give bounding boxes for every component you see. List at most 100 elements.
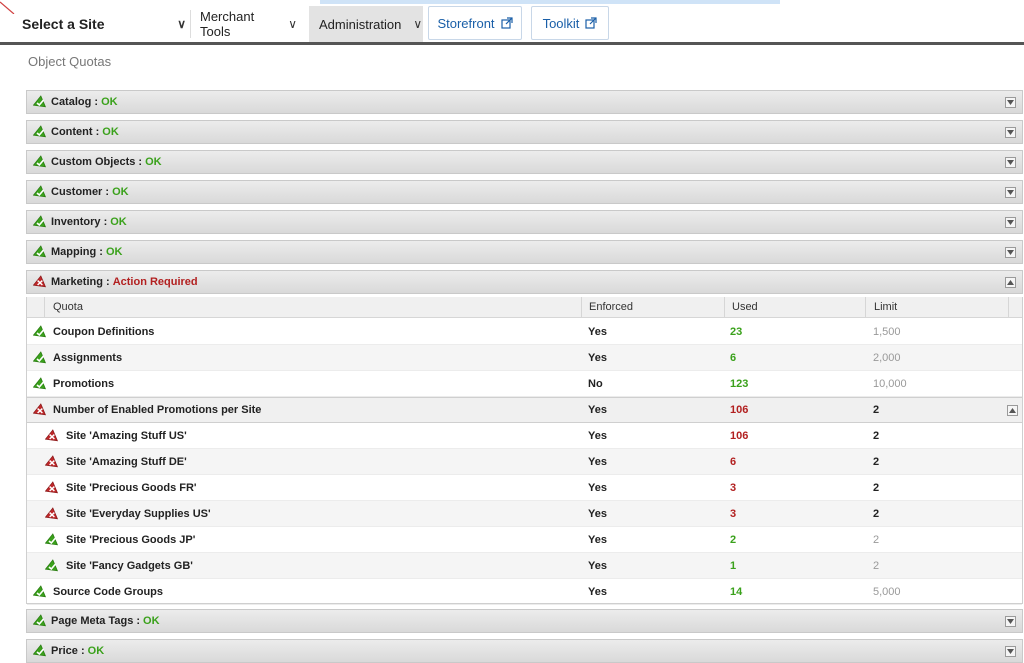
expand-toggle-icon[interactable] bbox=[1005, 616, 1016, 627]
chevron-down-icon: ∨ bbox=[413, 17, 423, 31]
status-error-icon bbox=[44, 480, 59, 495]
section-status: OK bbox=[101, 96, 118, 108]
section-catalog[interactable]: Catalog : OK bbox=[26, 90, 1023, 114]
expand-toggle-icon[interactable] bbox=[1005, 217, 1016, 228]
expand-toggle-icon[interactable] bbox=[1005, 187, 1016, 198]
quota-name: Coupon Definitions bbox=[53, 325, 155, 338]
quota-enforced: Yes bbox=[588, 533, 607, 546]
section-marketing[interactable]: Marketing : Action Required bbox=[26, 270, 1023, 294]
top-navigation: Select a Site ∨ Merchant Tools ∨ Adminis… bbox=[0, 0, 1024, 45]
table-header: Quota Enforced Used Limit bbox=[27, 297, 1022, 318]
section-customer[interactable]: Customer : OK bbox=[26, 180, 1023, 204]
quota-limit: 2,000 bbox=[873, 351, 901, 364]
column-divider bbox=[581, 297, 582, 318]
table-row: Assignments Yes 6 2,000 bbox=[27, 345, 1022, 371]
table-subrow: Site 'Precious Goods JP' Yes 2 2 bbox=[27, 527, 1022, 553]
column-divider bbox=[724, 297, 725, 318]
section-content[interactable]: Content : OK bbox=[26, 120, 1023, 144]
quota-limit: 1,500 bbox=[873, 325, 901, 338]
header-limit: Limit bbox=[874, 301, 898, 313]
section-price[interactable]: Price : OK bbox=[26, 639, 1023, 663]
column-divider bbox=[1008, 297, 1009, 318]
status-ok-icon bbox=[32, 185, 47, 199]
section-status: OK bbox=[87, 645, 105, 657]
expand-toggle-icon[interactable] bbox=[1005, 157, 1016, 168]
quota-enforced: Yes bbox=[588, 481, 607, 494]
quota-enforced: Yes bbox=[588, 585, 607, 598]
expand-toggle-icon[interactable] bbox=[1005, 97, 1016, 108]
table-row[interactable]: Number of Enabled Promotions per Site Yes… bbox=[27, 397, 1022, 423]
expand-toggle-icon[interactable] bbox=[1005, 646, 1016, 657]
quota-enforced: Yes bbox=[588, 559, 607, 572]
status-error-icon bbox=[32, 275, 47, 289]
table-row: Coupon Definitions Yes 23 1,500 bbox=[27, 319, 1022, 345]
quota-used: 3 bbox=[730, 507, 737, 520]
external-link-icon bbox=[585, 17, 598, 29]
section-status: OK bbox=[143, 615, 160, 627]
expand-toggle-icon[interactable] bbox=[1005, 247, 1016, 258]
site-select-label: Select a Site bbox=[22, 16, 105, 32]
chevron-down-icon: ∨ bbox=[177, 17, 186, 31]
quota-used: 106 bbox=[730, 404, 749, 416]
section-title: Marketing : bbox=[51, 276, 110, 288]
section-title: Catalog : bbox=[51, 96, 99, 108]
section-page-meta-tags[interactable]: Page Meta Tags : OK bbox=[26, 609, 1023, 633]
table-subrow: Site 'Precious Goods FR' Yes 3 2 bbox=[27, 475, 1022, 501]
section-mapping[interactable]: Mapping : OK bbox=[26, 240, 1023, 264]
collapse-toggle-icon[interactable] bbox=[1007, 405, 1018, 416]
administration-menu[interactable]: Administration ∨ bbox=[309, 6, 423, 42]
quota-limit: 2 bbox=[873, 559, 880, 572]
quota-name: Site 'Fancy Gadgets GB' bbox=[66, 559, 193, 572]
external-link-icon bbox=[500, 17, 513, 29]
quota-used: 14 bbox=[730, 585, 743, 598]
quota-enforced: Yes bbox=[588, 455, 607, 468]
merchant-tools-label: Merchant Tools bbox=[200, 9, 255, 39]
quota-used: 1 bbox=[730, 559, 737, 572]
expand-toggle-icon[interactable] bbox=[1005, 127, 1016, 138]
quota-enforced: Yes bbox=[588, 351, 607, 364]
collapse-toggle-icon[interactable] bbox=[1005, 277, 1016, 288]
quota-enforced: No bbox=[588, 377, 603, 390]
section-status: OK bbox=[112, 186, 129, 198]
toolkit-button[interactable]: Toolkit bbox=[531, 6, 609, 40]
section-status: Action Required bbox=[112, 276, 198, 288]
quota-used: 123 bbox=[730, 377, 749, 390]
table-row: Promotions No 123 10,000 bbox=[27, 371, 1022, 397]
section-inventory[interactable]: Inventory : OK bbox=[26, 210, 1023, 234]
toolkit-label: Toolkit bbox=[542, 15, 580, 31]
status-error-icon bbox=[32, 403, 47, 417]
quota-enforced: Yes bbox=[588, 325, 607, 338]
quota-enforced: Yes bbox=[588, 404, 607, 416]
table-subrow: Site 'Everyday Supplies US' Yes 3 2 bbox=[27, 501, 1022, 527]
merchant-tools-menu[interactable]: Merchant Tools ∨ bbox=[190, 6, 307, 42]
page-title: Object Quotas bbox=[28, 54, 112, 69]
quota-name: Assignments bbox=[53, 351, 123, 364]
section-status: OK bbox=[145, 156, 162, 168]
quota-enforced: Yes bbox=[588, 507, 607, 520]
storefront-button[interactable]: Storefront bbox=[428, 6, 522, 40]
quota-limit: 5,000 bbox=[873, 585, 901, 598]
status-ok-icon bbox=[32, 324, 47, 339]
quota-enforced: Yes bbox=[588, 429, 607, 442]
quota-used: 6 bbox=[730, 351, 737, 364]
table-subrow: Site 'Amazing Stuff US' Yes 106 2 bbox=[27, 423, 1022, 449]
section-status: OK bbox=[110, 216, 127, 228]
status-ok-icon bbox=[32, 584, 47, 599]
quota-name: Site 'Everyday Supplies US' bbox=[66, 507, 211, 520]
administration-label: Administration bbox=[319, 16, 402, 32]
section-custom-objects[interactable]: Custom Objects : OK bbox=[26, 150, 1023, 174]
column-divider bbox=[865, 297, 866, 318]
quota-name: Site 'Precious Goods FR' bbox=[66, 481, 197, 494]
section-title: Content : bbox=[51, 126, 100, 138]
quota-limit: 2 bbox=[873, 455, 880, 468]
quota-name: Site 'Amazing Stuff US' bbox=[66, 429, 187, 442]
section-title: Price : bbox=[51, 645, 85, 657]
section-title: Custom Objects : bbox=[51, 156, 143, 168]
chevron-down-icon: ∨ bbox=[288, 17, 297, 31]
quota-name: Source Code Groups bbox=[53, 585, 164, 598]
quota-limit: 2 bbox=[873, 481, 880, 494]
site-select-dropdown[interactable]: Select a Site ∨ bbox=[12, 6, 190, 42]
table-row: Source Code Groups Yes 14 5,000 bbox=[27, 579, 1022, 605]
section-status: OK bbox=[105, 246, 123, 258]
table-subrow: Site 'Amazing Stuff DE' Yes 6 2 bbox=[27, 449, 1022, 475]
